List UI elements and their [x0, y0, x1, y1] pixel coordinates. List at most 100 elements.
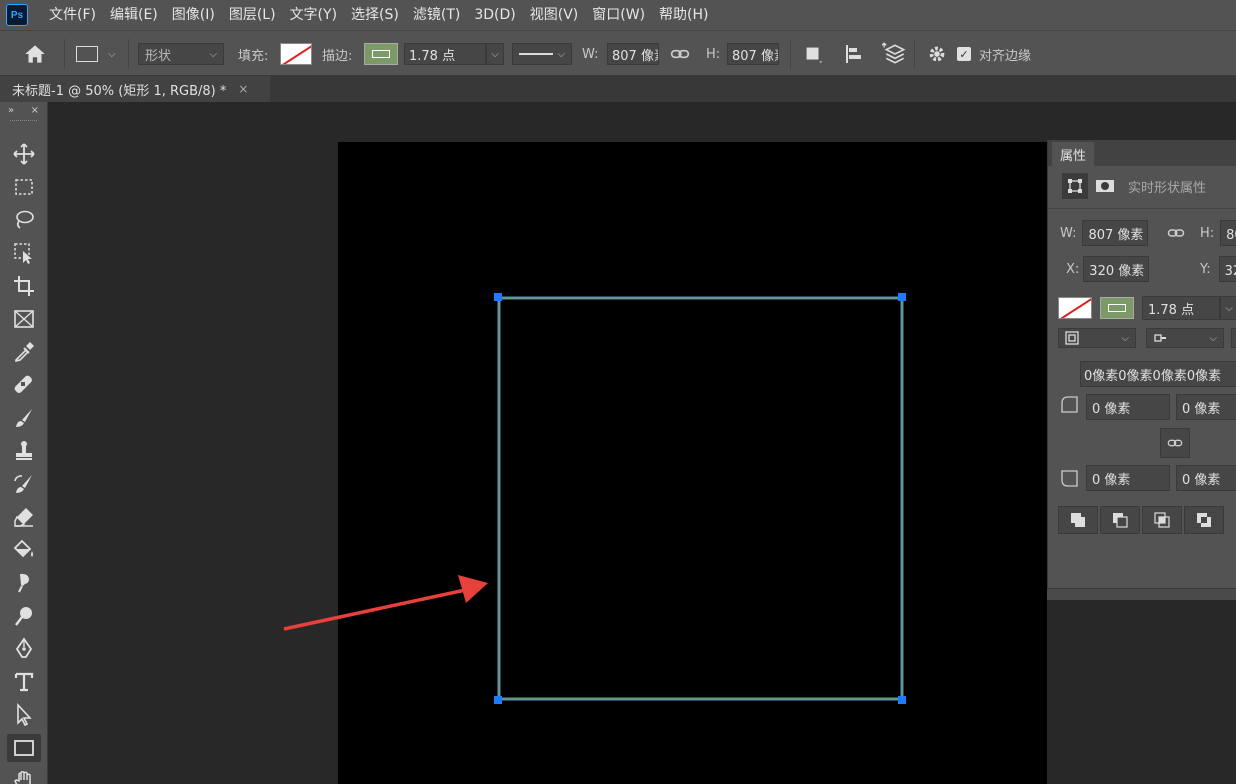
eraser-tool-icon[interactable] — [7, 503, 41, 531]
document-tab[interactable]: 未标题-1 @ 50% (矩形 1, RGB/8) * × — [0, 76, 270, 102]
mode-select-value: 形状 — [145, 48, 172, 64]
height-field[interactable]: 807 像素 — [727, 31, 779, 77]
menu-image[interactable]: 图像(I) — [165, 0, 222, 30]
prop-corner-tr[interactable]: 0 像素 — [1176, 394, 1236, 420]
menu-file[interactable]: 文件(F) — [42, 0, 103, 30]
prop-corner-all[interactable]: 0像素0像素0像素0像素 — [1080, 361, 1236, 387]
menu-view[interactable]: 视图(V) — [523, 0, 586, 30]
fill-none-swatch[interactable] — [280, 43, 312, 65]
menu-3d[interactable]: 3D(D) — [467, 0, 522, 30]
marquee-tool-icon[interactable] — [7, 173, 41, 201]
combine-shapes-icon[interactable] — [1058, 506, 1098, 534]
path-operations-icon[interactable] — [802, 31, 824, 77]
height-label: H: — [706, 31, 720, 77]
menu-items: 文件(F) 编辑(E) 图像(I) 图层(L) 文字(Y) 选择(S) 滤镜(T… — [42, 0, 716, 30]
healing-tool-icon[interactable] — [7, 371, 41, 399]
prop-stroke-caps-select[interactable]: ⌵ — [1146, 328, 1224, 348]
transform-icon[interactable] — [1062, 173, 1088, 199]
exclude-overlap-icon[interactable] — [1184, 506, 1224, 534]
prop-stroke-joins-select[interactable] — [1231, 328, 1236, 348]
prop-corner-link-button[interactable] — [1160, 428, 1190, 458]
align-edges-checkbox[interactable]: ✓ 对齐边缘 — [957, 31, 1031, 77]
stamp-tool-icon[interactable] — [7, 437, 41, 465]
prop-corner-br-input[interactable]: 0 像素 — [1176, 465, 1236, 491]
lasso-tool-icon[interactable] — [7, 206, 41, 234]
stroke-type-select[interactable]: ⌵ — [512, 31, 572, 77]
path-arrangement-icon[interactable] — [882, 31, 908, 77]
prop-corner-tr-input[interactable]: 0 像素 — [1176, 394, 1236, 420]
menu-layer[interactable]: 图层(L) — [222, 0, 283, 30]
prop-corner-tl-input[interactable]: 0 像素 — [1086, 394, 1170, 420]
path-alignment-icon[interactable] — [842, 31, 866, 77]
menu-filter[interactable]: 滤镜(T) — [406, 0, 467, 30]
prop-corner-bl[interactable]: 0 像素 — [1086, 465, 1170, 491]
pen-tool-icon[interactable] — [7, 635, 41, 663]
close-icon[interactable]: × — [31, 105, 39, 116]
object-select-tool-icon[interactable] — [7, 239, 41, 267]
stroke-width-dropdown[interactable]: ⌵ — [486, 43, 504, 65]
link-icon[interactable] — [670, 31, 690, 77]
prop-width-input[interactable]: 807 像素 — [1082, 220, 1149, 246]
menu-select[interactable]: 选择(S) — [344, 0, 406, 30]
prop-corner-br[interactable]: 0 像素 — [1176, 465, 1236, 491]
path-select-tool-icon[interactable] — [7, 701, 41, 729]
prop-stroke-width-dropdown[interactable]: ⌵ — [1220, 296, 1236, 320]
menu-window[interactable]: 窗口(W) — [585, 0, 652, 30]
stroke-width-field[interactable]: 1.78 点 ⌵ — [404, 31, 504, 77]
width-input[interactable]: 807 像素 — [607, 43, 659, 65]
intersect-shapes-icon[interactable] — [1142, 506, 1182, 534]
prop-stroke-color-swatch[interactable] — [1100, 297, 1134, 319]
checkbox-check-icon[interactable]: ✓ — [957, 47, 971, 61]
prop-y-row: Y: 320 像素 — [1200, 256, 1236, 282]
crop-tool-icon[interactable] — [7, 272, 41, 300]
document-close-icon[interactable]: × — [238, 82, 248, 96]
menu-edit[interactable]: 编辑(E) — [103, 0, 165, 30]
mode-select[interactable]: 形状 ⌵ — [138, 31, 224, 77]
move-tool-icon[interactable] — [7, 140, 41, 168]
history-brush-tool-icon[interactable] — [7, 470, 41, 498]
prop-stroke-align-select[interactable]: ⌵ — [1058, 328, 1136, 348]
prop-stroke-width[interactable]: 1.78 点 ⌵ — [1142, 296, 1236, 320]
properties-tab-strip: 属性 — [1048, 140, 1236, 166]
smudge-tool-icon[interactable] — [7, 569, 41, 597]
menu-type[interactable]: 文字(Y) — [283, 0, 344, 30]
tools-panel-header: » × — [0, 102, 47, 118]
prop-stroke-width-input[interactable]: 1.78 点 — [1142, 296, 1220, 320]
fill-label: 填充: — [238, 31, 268, 77]
hand-tool-icon[interactable] — [7, 767, 41, 784]
prop-corner-all-input[interactable]: 0像素0像素0像素0像素 — [1080, 361, 1236, 387]
eyedropper-tool-icon[interactable] — [7, 338, 41, 366]
subtract-shape-icon[interactable] — [1100, 506, 1140, 534]
prop-fill-none-swatch[interactable] — [1058, 297, 1092, 319]
home-icon[interactable] — [22, 31, 48, 77]
prop-corner-bl-input[interactable]: 0 像素 — [1086, 465, 1170, 491]
menu-help[interactable]: 帮助(H) — [652, 0, 715, 30]
panel-grip[interactable] — [10, 120, 37, 123]
stroke-width-input[interactable]: 1.78 点 — [404, 43, 486, 65]
prop-stroke-swatch[interactable] — [1100, 297, 1134, 319]
prop-height-input[interactable]: 807 像素 — [1220, 220, 1236, 246]
type-tool-icon[interactable] — [7, 668, 41, 696]
paint-bucket-tool-icon[interactable] — [7, 536, 41, 564]
gear-icon[interactable] — [926, 31, 948, 77]
stroke-swatch[interactable] — [364, 31, 398, 77]
mask-icon[interactable] — [1092, 173, 1118, 199]
prop-link-icon[interactable] — [1166, 224, 1186, 242]
document-canvas[interactable] — [338, 142, 1047, 784]
prop-corner-tl[interactable]: 0 像素 — [1086, 394, 1170, 420]
frame-tool-icon[interactable] — [7, 305, 41, 333]
brush-tool-icon[interactable] — [7, 404, 41, 432]
height-input[interactable]: 807 像素 — [727, 43, 779, 65]
corner-link-icon[interactable] — [1160, 428, 1190, 458]
tool-preset-picker[interactable]: ⌵ — [76, 31, 116, 77]
dodge-tool-icon[interactable] — [7, 602, 41, 630]
tab-properties[interactable]: 属性 — [1052, 142, 1094, 166]
collapse-icon[interactable]: » — [8, 105, 14, 116]
rectangle-tool-icon[interactable] — [7, 734, 41, 762]
prop-fill-swatch[interactable] — [1058, 297, 1092, 319]
stroke-color-swatch[interactable] — [364, 43, 398, 65]
prop-x-input[interactable]: 320 像素 — [1083, 256, 1150, 282]
prop-y-input[interactable]: 320 像素 — [1218, 256, 1236, 282]
fill-swatch[interactable] — [280, 31, 312, 77]
width-field[interactable]: 807 像素 — [607, 31, 659, 77]
